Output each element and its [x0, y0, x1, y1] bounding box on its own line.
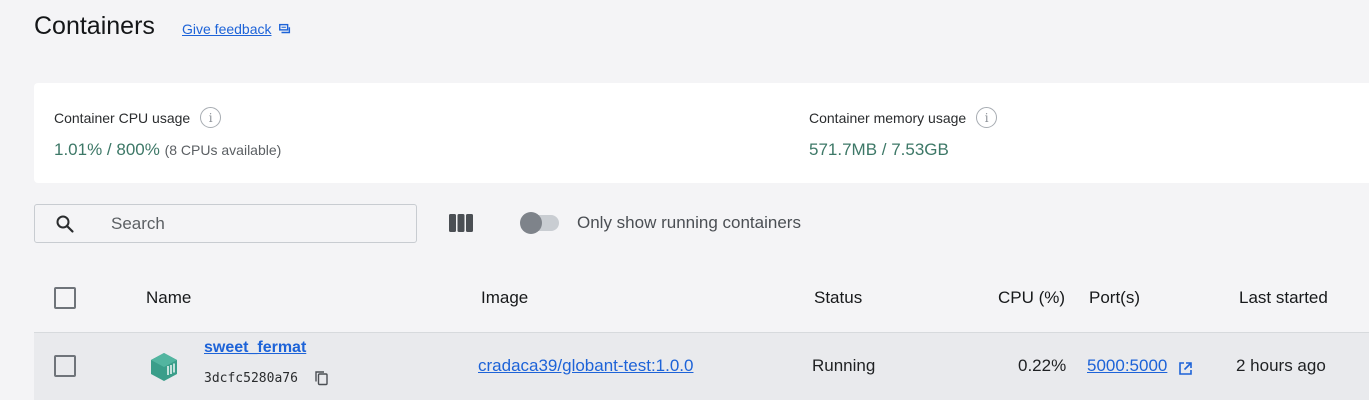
give-feedback-link[interactable]: Give feedback	[182, 21, 292, 37]
column-header-ports[interactable]: Port(s)	[1089, 288, 1140, 308]
container-icon	[151, 353, 177, 381]
running-only-toggle[interactable]	[520, 212, 559, 234]
running-only-label: Only show running containers	[577, 213, 801, 232]
row-checkbox[interactable]	[54, 355, 76, 377]
feedback-icon	[278, 23, 290, 34]
memory-usage-value: 571.7MB / 7.53GB	[809, 140, 949, 160]
memory-separator: /	[877, 140, 892, 159]
external-link-icon[interactable]	[1178, 361, 1193, 376]
status-text: Running	[812, 356, 876, 375]
search-input[interactable]	[111, 213, 401, 235]
image-link[interactable]: cradaca39/globant-test:1.0.0	[478, 356, 693, 376]
select-all-checkbox[interactable]	[54, 287, 76, 309]
cpu-usage-value: 1.01% / 800% (8 CPUs available)	[54, 140, 281, 160]
memory-usage-label-row: Container memory usage i	[809, 107, 998, 128]
memory-usage-label: Container memory usage	[809, 109, 967, 126]
info-icon[interactable]: i	[200, 107, 222, 128]
column-header-cpu[interactable]: CPU (%)	[998, 288, 1065, 308]
give-feedback-label: Give feedback	[182, 21, 272, 37]
copy-icon[interactable]	[314, 370, 329, 386]
info-icon[interactable]: i	[976, 107, 998, 128]
column-header-last-started[interactable]: Last started	[1239, 288, 1328, 308]
port-link[interactable]: 5000:5000	[1087, 356, 1167, 376]
memory-total: 7.53GB	[891, 140, 949, 159]
cpu-available: (8 CPUs available)	[164, 142, 282, 158]
container-id: 3dcfc5280a76	[204, 371, 298, 386]
page-title: Containers	[34, 12, 155, 40]
container-name-link[interactable]: sweet_fermat	[204, 339, 306, 357]
column-header-image[interactable]: Image	[481, 288, 528, 308]
usage-stats-card: Container CPU usage i 1.01% / 800% (8 CP…	[34, 83, 1369, 183]
cpu-value: 0.22%	[1018, 356, 1067, 375]
table-row[interactable]: sweet_fermat 3dcfc5280a76 cradaca39/glob…	[34, 332, 1369, 400]
columns-icon[interactable]	[448, 213, 474, 233]
cpu-total: 800%	[116, 140, 160, 159]
cpu-used: 1.01%	[54, 140, 103, 159]
search-icon	[56, 215, 74, 233]
cpu-usage-label-row: Container CPU usage i	[54, 107, 222, 128]
cpu-usage-label: Container CPU usage	[54, 109, 191, 126]
column-header-name[interactable]: Name	[146, 288, 191, 308]
memory-used: 571.7MB	[809, 140, 878, 159]
containers-page: Containers Give feedback Container CPU u…	[0, 0, 1369, 400]
search-box	[34, 204, 417, 243]
last-started-value: 2 hours ago	[1236, 356, 1326, 375]
toggle-knob	[520, 212, 542, 234]
column-header-status[interactable]: Status	[814, 288, 862, 308]
cpu-separator: /	[102, 140, 117, 159]
